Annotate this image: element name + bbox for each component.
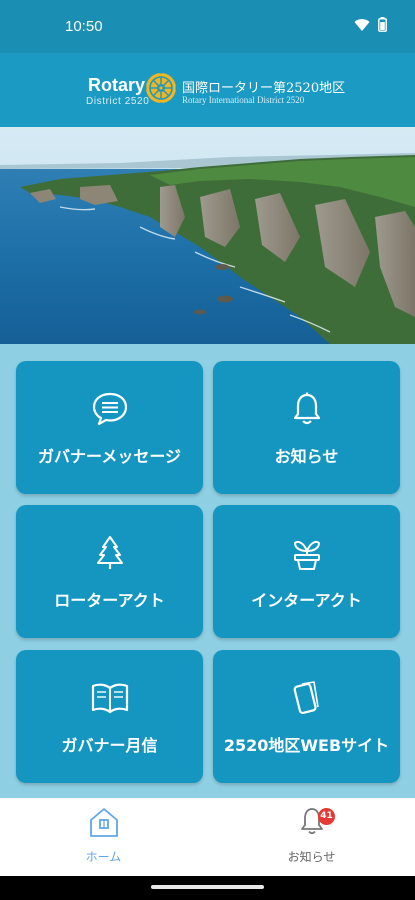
home-gesture-handle[interactable] xyxy=(151,885,264,889)
governor-monthly-letter-label: ガバナー月信 xyxy=(61,736,158,755)
interact-label: インターアクト xyxy=(251,591,362,610)
mobile-phone-icon xyxy=(213,680,400,716)
logo-japanese-text: 国際ロータリー第2520地区 xyxy=(182,81,346,96)
system-gesture-bar xyxy=(0,876,415,900)
notices-button[interactable]: お知らせ xyxy=(213,361,400,494)
status-icons xyxy=(354,17,387,32)
status-bar: 10:50 xyxy=(0,0,415,53)
rotary-district-logo: Rotary District 2520 国際ロータリー第2520地区 Rota… xyxy=(84,71,346,111)
hero-coastline-image xyxy=(0,127,415,344)
notification-count-badge: 41 xyxy=(318,808,335,825)
interact-button[interactable]: インターアクト xyxy=(213,505,400,638)
logo-rotary-text: Rotary xyxy=(88,75,146,95)
governor-monthly-letter-button[interactable]: ガバナー月信 xyxy=(16,650,203,783)
nav-notices[interactable]: 41 お知らせ xyxy=(208,798,415,876)
status-time: 10:50 xyxy=(65,18,103,35)
bottom-navigation: ホーム 41 お知らせ xyxy=(0,798,415,876)
rotary-wheel-icon xyxy=(144,71,178,105)
wifi-icon xyxy=(354,18,370,31)
bell-icon xyxy=(208,806,415,838)
notices-label: お知らせ xyxy=(274,447,339,466)
sprout-icon xyxy=(213,535,400,571)
rotaract-label: ローターアクト xyxy=(54,591,165,610)
rotaract-button[interactable]: ローターアクト xyxy=(16,505,203,638)
logo-english-text: Rotary International District 2520 xyxy=(182,95,305,105)
coastline-illustration xyxy=(0,127,415,344)
district-website-button[interactable]: 2520地区WEBサイト xyxy=(213,650,400,783)
bell-icon xyxy=(213,391,400,427)
nav-home[interactable]: ホーム xyxy=(0,798,207,876)
logo-district-text: District 2520 xyxy=(86,96,150,107)
tree-icon xyxy=(16,535,203,571)
app-header: Rotary District 2520 国際ロータリー第2520地区 Rota… xyxy=(0,53,415,127)
governor-message-label: ガバナーメッセージ xyxy=(37,447,182,466)
battery-icon xyxy=(378,17,387,32)
nav-home-label: ホーム xyxy=(85,850,122,864)
open-book-icon xyxy=(16,680,203,716)
governor-message-button[interactable]: ガバナーメッセージ xyxy=(16,361,203,494)
home-icon xyxy=(0,806,207,838)
nav-notices-label: お知らせ xyxy=(287,850,336,864)
district-website-label: 2520地区WEBサイト xyxy=(223,736,390,755)
menu-grid: ガバナーメッセージ お知らせ ローターアクト インターアクト ガバナー月信 25… xyxy=(0,344,415,798)
chat-bubble-icon xyxy=(16,391,203,427)
